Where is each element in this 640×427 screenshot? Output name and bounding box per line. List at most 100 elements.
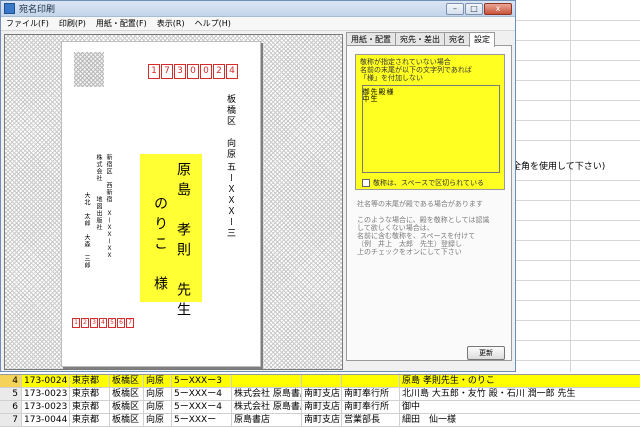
postcard: 1 7 3 0 0 2 4 板橋区 向原 五ーＸＸＸー三 原島 孝則 先生 のり… <box>61 41 261 367</box>
cell-company[interactable]: 株式会社 原島書店 <box>232 401 302 413</box>
honorific-list-textarea[interactable]: 御中 先生 殿 様 <box>362 85 500 173</box>
window-title: 宛名印刷 <box>19 5 56 15</box>
menu-paper-layout[interactable]: 用紙・配置(F) <box>91 18 152 29</box>
row-number: 4 <box>0 375 22 387</box>
settings-tabs: 用紙・配置 宛先・差出 宛名 設定 <box>346 32 495 47</box>
zip-digit: 6 <box>117 318 125 328</box>
cell-town[interactable]: 向原 <box>144 414 172 426</box>
honorific-entry: 様 <box>386 88 394 95</box>
zip-digit: 1 <box>72 318 80 328</box>
recipient-name-2: のりこ 様 <box>152 196 168 296</box>
cell-city[interactable]: 板橋区 <box>110 375 144 387</box>
cell-town[interactable]: 向原 <box>144 375 172 387</box>
table-row[interactable]: 7 173-0044 東京都 板橋区 向原 5ーXXXー 原島書店 南町支店 営… <box>0 414 640 427</box>
space-separated-checkbox[interactable] <box>362 179 370 187</box>
cell-block[interactable]: 5ーXXXー3 <box>172 375 232 387</box>
cell-dept[interactable] <box>342 375 400 387</box>
menu-print[interactable]: 印刷(P) <box>54 18 91 29</box>
app-icon <box>4 3 15 14</box>
space-separated-label: 敬称は、スペースで区切られている <box>373 179 484 187</box>
cell-pref[interactable]: 東京都 <box>70 414 110 426</box>
stamp-area <box>74 52 104 87</box>
honorific-entry: 先生 <box>370 88 378 102</box>
title-bar[interactable]: 宛名印刷 – □ x <box>1 1 515 17</box>
cell-city[interactable]: 板橋区 <box>110 401 144 413</box>
zip-digit: 4 <box>99 318 107 328</box>
cell-branch[interactable]: 南町支店 <box>302 414 342 426</box>
cell-name[interactable]: 原島 孝則先生・のりこ <box>400 375 640 387</box>
row-number: 6 <box>0 401 22 413</box>
table-row[interactable]: 4 173-0024 東京都 板橋区 向原 5ーXXXー3 原島 孝則先生・のり… <box>0 375 640 388</box>
cell-block[interactable]: 5ーXXXー4 <box>172 401 232 413</box>
recipient-address-line1: 板橋区 向原 <box>225 94 235 160</box>
cell-name[interactable]: 御中 <box>400 401 640 413</box>
address-print-window: 宛名印刷 – □ x ファイル(F) 印刷(P) 用紙・配置(F) 表示(R) … <box>0 0 516 372</box>
cell-block[interactable]: 5ーXXXー <box>172 414 232 426</box>
cell-zip[interactable]: 173-0023 <box>22 401 70 413</box>
cell-city[interactable]: 板橋区 <box>110 414 144 426</box>
cell-zip[interactable]: 173-0044 <box>22 414 70 426</box>
menu-view[interactable]: 表示(R) <box>152 18 190 29</box>
screen: 全角を使用して下さい) 宛名印刷 – □ x ファイル(F) 印刷(P) 用紙・… <box>0 0 640 427</box>
cell-town[interactable]: 向原 <box>144 401 172 413</box>
zip-digit: 5 <box>108 318 116 328</box>
row-number: 5 <box>0 388 22 400</box>
cell-block[interactable]: 5ーXXXー4 <box>172 388 232 400</box>
note-company-suffix: 社名等の末尾が殿である場合があります <box>357 200 483 208</box>
recipient-name-highlight: 原島 孝則 先生 のりこ 様 <box>140 154 202 322</box>
tab-address-name[interactable]: 宛名 <box>444 32 470 46</box>
cell-name[interactable]: 細田 仙一様 <box>400 414 640 426</box>
cell-city[interactable]: 板橋区 <box>110 388 144 400</box>
cell-name[interactable]: 北川島 大五郎・友竹 殿・石川 潤一郎 先生 <box>400 388 640 400</box>
tab-settings[interactable]: 設定 <box>469 32 495 47</box>
zip-digit: 4 <box>226 64 238 79</box>
table-row[interactable]: 5 173-0023 東京都 板橋区 向原 5ーXXXー4 株式会社 原島書店 … <box>0 388 640 401</box>
zip-digit: 0 <box>200 64 212 79</box>
tab-paper-layout[interactable]: 用紙・配置 <box>346 32 396 46</box>
honorific-entry: 御中 <box>362 88 370 102</box>
cell-branch[interactable]: 南町支店 <box>302 388 342 400</box>
background-spreadsheet: 全角を使用して下さい) <box>510 0 640 372</box>
honorific-help-text: 敬称が指定されていない場合 名前の末尾が以下の文字列であれば 「様」を付加しない <box>360 58 472 82</box>
update-button[interactable]: 更新 <box>467 346 505 360</box>
note-instructions: このような場合に、殿を敬称としては認識 して欲しくない場合は、 名前に含む敬称を… <box>357 216 490 256</box>
table-row[interactable]: 6 173-0023 東京都 板橋区 向原 5ーXXXー4 株式会社 原島書店 … <box>0 401 640 414</box>
sender-name: 大北 太郎 大森 三郎 <box>83 192 90 269</box>
honorific-settings-box: 敬称が指定されていない場合 名前の末尾が以下の文字列であれば 「様」を付加しない… <box>355 54 505 190</box>
zip-digit: 2 <box>213 64 225 79</box>
zip-digit: 3 <box>90 318 98 328</box>
postcard-preview: 1 7 3 0 0 2 4 板橋区 向原 五ーＸＸＸー三 原島 孝則 先生 のり… <box>4 34 343 370</box>
menu-bar: ファイル(F) 印刷(P) 用紙・配置(F) 表示(R) ヘルプ(H) <box>1 17 515 31</box>
cell-company[interactable] <box>232 375 302 387</box>
row-number: 7 <box>0 414 22 426</box>
cell-dept[interactable]: 営業部長 <box>342 414 400 426</box>
cell-branch[interactable]: 南町支店 <box>302 401 342 413</box>
cell-company[interactable]: 原島書店 <box>232 414 302 426</box>
close-button[interactable]: x <box>484 2 512 15</box>
tab-recipient-sender[interactable]: 宛先・差出 <box>395 32 445 46</box>
sender-zip: 1 2 3 4 5 6 7 <box>72 318 134 328</box>
zip-digit: 2 <box>81 318 89 328</box>
cell-zip[interactable]: 173-0023 <box>22 388 70 400</box>
menu-help[interactable]: ヘルプ(H) <box>190 18 236 29</box>
cell-company[interactable]: 株式会社 原島書店 <box>232 388 302 400</box>
sender-company: 株式会社 地図出版社 <box>95 154 102 231</box>
zip-digit: 7 <box>161 64 173 79</box>
cell-town[interactable]: 向原 <box>144 388 172 400</box>
cell-dept[interactable]: 南町奉行所 <box>342 401 400 413</box>
zip-digit: 3 <box>174 64 186 79</box>
sender-address: 新宿区 西新宿 ＸーＸＸーＸＸ <box>105 154 112 259</box>
cell-zip[interactable]: 173-0024 <box>22 375 70 387</box>
cell-pref[interactable]: 東京都 <box>70 388 110 400</box>
zip-digit: 0 <box>187 64 199 79</box>
recipient-name: 原島 孝則 先生 <box>175 162 191 322</box>
background-hint-text: 全角を使用して下さい) <box>512 162 606 172</box>
cell-branch[interactable] <box>302 375 342 387</box>
maximize-button[interactable]: □ <box>465 2 483 15</box>
minimize-button[interactable]: – <box>446 2 464 15</box>
zip-digit: 7 <box>126 318 134 328</box>
cell-dept[interactable]: 南町奉行所 <box>342 388 400 400</box>
cell-pref[interactable]: 東京都 <box>70 375 110 387</box>
cell-pref[interactable]: 東京都 <box>70 401 110 413</box>
menu-file[interactable]: ファイル(F) <box>1 18 54 29</box>
